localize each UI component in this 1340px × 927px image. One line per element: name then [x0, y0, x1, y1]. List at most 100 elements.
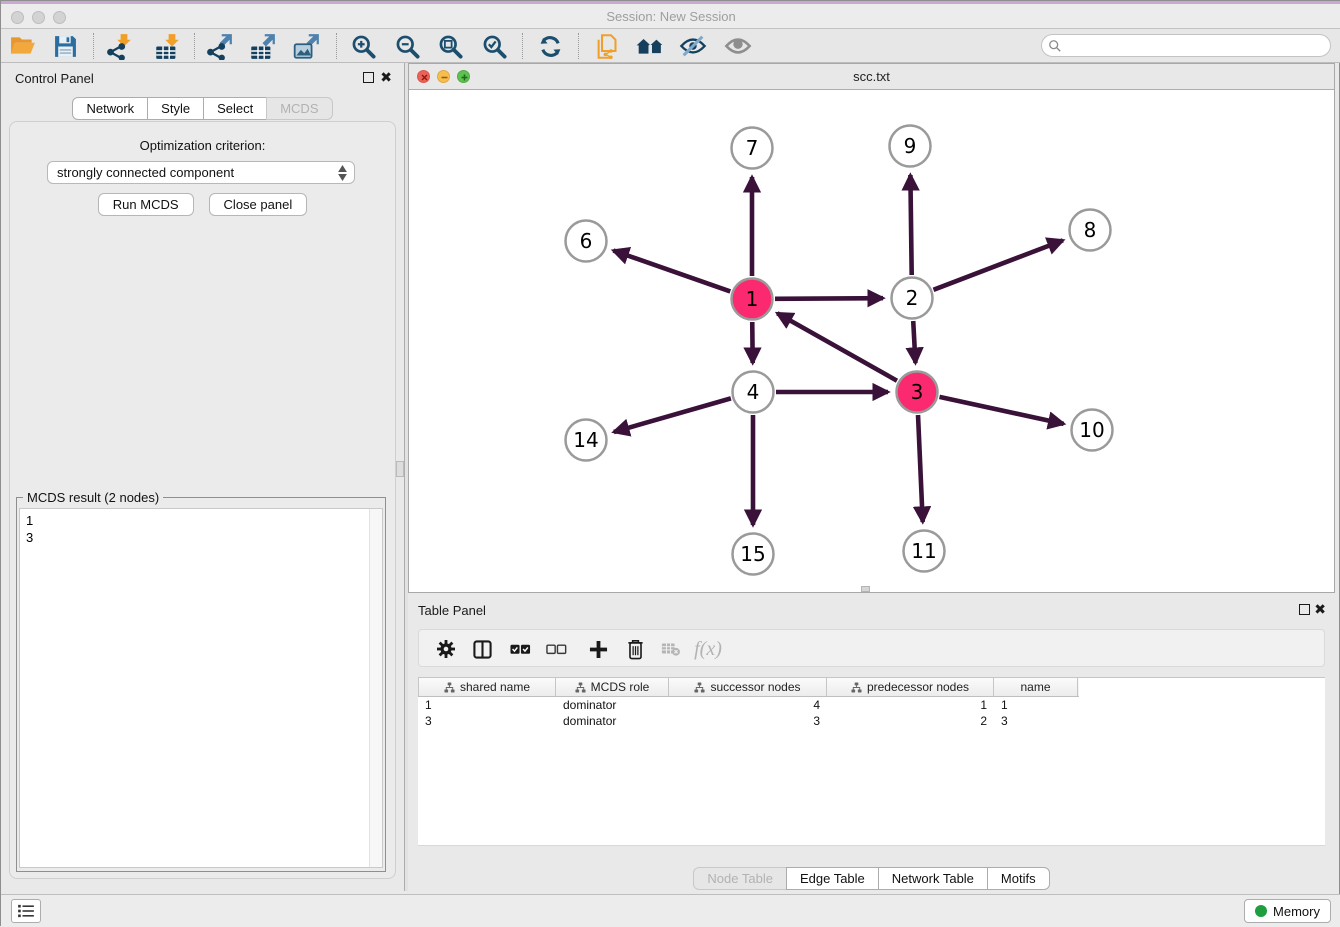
graph-node-3[interactable]: 3	[897, 372, 938, 413]
run-mcds-button[interactable]: Run MCDS	[98, 193, 194, 216]
search-box[interactable]	[1041, 34, 1331, 57]
refresh-layout-icon[interactable]	[536, 32, 564, 60]
table-mode-gear-icon[interactable]	[433, 637, 459, 661]
show-all-icon[interactable]	[724, 32, 752, 60]
splitter-grip[interactable]	[396, 461, 404, 477]
graph-node-7[interactable]: 7	[732, 128, 773, 169]
export-table-icon[interactable]	[248, 32, 276, 60]
hide-unselected-icon[interactable]	[679, 32, 707, 60]
tab-select[interactable]: Select	[203, 97, 267, 120]
tab-edge-table[interactable]: Edge Table	[786, 867, 879, 890]
graph-node-11[interactable]: 11	[904, 531, 945, 572]
zoom-in-icon[interactable]	[349, 32, 377, 60]
graph-edge-1-6[interactable]	[613, 251, 730, 292]
close-panel-icon[interactable]: ✖	[380, 72, 392, 83]
graph-node-9[interactable]: 9	[890, 126, 931, 167]
svg-text:14: 14	[573, 428, 598, 452]
network-graph[interactable]: 7 9 6 8 1 2 4 3 14 10 15 11	[409, 90, 1334, 592]
tab-network[interactable]: Network	[72, 97, 148, 120]
column-header-predecessor-nodes[interactable]: predecessor nodes	[827, 678, 994, 696]
graph-node-10[interactable]: 10	[1072, 410, 1113, 451]
table-cell[interactable]: 4	[669, 697, 827, 713]
import-table-icon[interactable]	[153, 32, 181, 60]
graph-edge-2-8[interactable]	[933, 240, 1062, 289]
column-header-successor-nodes[interactable]: successor nodes	[669, 678, 827, 696]
clone-network-icon[interactable]	[592, 32, 620, 60]
memory-button[interactable]: Memory	[1244, 899, 1331, 923]
table-cell[interactable]: 3	[669, 713, 827, 729]
control-panel-header: Control Panel ✖	[1, 63, 404, 93]
close-panel-button[interactable]: Close panel	[209, 193, 308, 216]
export-network-icon[interactable]	[205, 32, 233, 60]
table-cell[interactable]: 2	[827, 713, 994, 729]
tab-node-table[interactable]: Node Table	[693, 867, 787, 890]
control-panel-title: Control Panel	[15, 71, 94, 86]
zoom-selected-icon[interactable]	[480, 32, 508, 60]
graph-node-14[interactable]: 14	[566, 420, 607, 461]
table-cell[interactable]: 1	[994, 697, 1078, 713]
table-row[interactable]: 1dominator411	[418, 697, 1325, 713]
tab-network-table[interactable]: Network Table	[878, 867, 988, 890]
graph-edge-1-2[interactable]	[775, 298, 883, 299]
table-cell[interactable]: 1	[418, 697, 556, 713]
column-header-label: name	[1020, 680, 1050, 694]
network-canvas[interactable]: 7 9 6 8 1 2 4 3 14 10 15 11	[409, 90, 1334, 592]
svg-text:9: 9	[904, 134, 917, 158]
network-window-titlebar[interactable]: scc.txt	[409, 64, 1334, 90]
import-network-icon[interactable]	[105, 32, 133, 60]
column-header-mcds-role[interactable]: MCDS role	[556, 678, 669, 696]
graph-node-4[interactable]: 4	[733, 372, 774, 413]
table-cell[interactable]: 3	[418, 713, 556, 729]
graph-node-1[interactable]: 1	[732, 279, 773, 320]
criterion-select[interactable]: strongly connected component	[47, 161, 355, 184]
export-image-icon[interactable]	[292, 32, 320, 60]
zoom-out-icon[interactable]	[393, 32, 421, 60]
graph-edge-3-1[interactable]	[777, 313, 897, 380]
delete-column-icon[interactable]	[622, 637, 648, 661]
task-history-button[interactable]	[11, 899, 41, 923]
graph-node-15[interactable]: 15	[733, 534, 774, 575]
search-icon	[1048, 39, 1062, 53]
open-session-icon[interactable]	[9, 32, 37, 60]
scrollbar-track[interactable]	[369, 509, 382, 867]
float-panel-icon[interactable]	[363, 72, 374, 83]
window-titlebar: Session: New Session	[1, 1, 1340, 29]
select-all-icon[interactable]	[507, 637, 533, 661]
criterion-value: strongly connected component	[57, 165, 234, 180]
table-cell[interactable]: dominator	[556, 697, 669, 713]
node-table[interactable]: shared name MCDS rolesuccessor nodesprede…	[418, 677, 1325, 846]
tab-motifs[interactable]: Motifs	[987, 867, 1050, 890]
zoom-fit-icon[interactable]	[436, 32, 464, 60]
show-columns-icon[interactable]	[469, 637, 495, 661]
table-cell[interactable]: 1	[827, 697, 994, 713]
graph-node-2[interactable]: 2	[892, 278, 933, 319]
memory-status-icon	[1255, 905, 1267, 917]
table-cell[interactable]: dominator	[556, 713, 669, 729]
column-header-name[interactable]: name	[994, 678, 1078, 696]
table-row[interactable]: 3dominator323	[418, 713, 1325, 729]
save-session-icon[interactable]	[51, 32, 79, 60]
tab-style[interactable]: Style	[147, 97, 204, 120]
shared-column-icon	[694, 682, 705, 693]
add-column-icon[interactable]	[585, 637, 611, 661]
mcds-result-area[interactable]: 13	[19, 508, 383, 868]
graph-edge-2-3[interactable]	[913, 321, 915, 363]
graph-edge-3-10[interactable]	[939, 397, 1063, 424]
table-cell[interactable]: 3	[994, 713, 1078, 729]
home-layout-icon[interactable]	[636, 32, 664, 60]
close-panel-icon[interactable]: ✖	[1314, 604, 1326, 615]
graph-edge-4-14[interactable]	[614, 398, 731, 432]
graph-node-6[interactable]: 6	[566, 221, 607, 262]
search-input[interactable]	[1066, 38, 1330, 53]
mcds-panel: Optimization criterion: strongly connect…	[9, 121, 396, 879]
column-header-shared-name[interactable]: shared name	[418, 678, 556, 696]
graph-edge-3-11[interactable]	[918, 415, 923, 522]
column-header-label: shared name	[460, 680, 530, 694]
deselect-all-icon[interactable]	[543, 637, 569, 661]
float-panel-icon[interactable]	[1299, 604, 1310, 615]
shared-column-icon	[575, 682, 586, 693]
graph-edge-2-9[interactable]	[910, 175, 911, 275]
tab-mcds[interactable]: MCDS	[266, 97, 332, 120]
graph-node-8[interactable]: 8	[1070, 210, 1111, 251]
panel-resize-grip[interactable]	[861, 586, 870, 592]
